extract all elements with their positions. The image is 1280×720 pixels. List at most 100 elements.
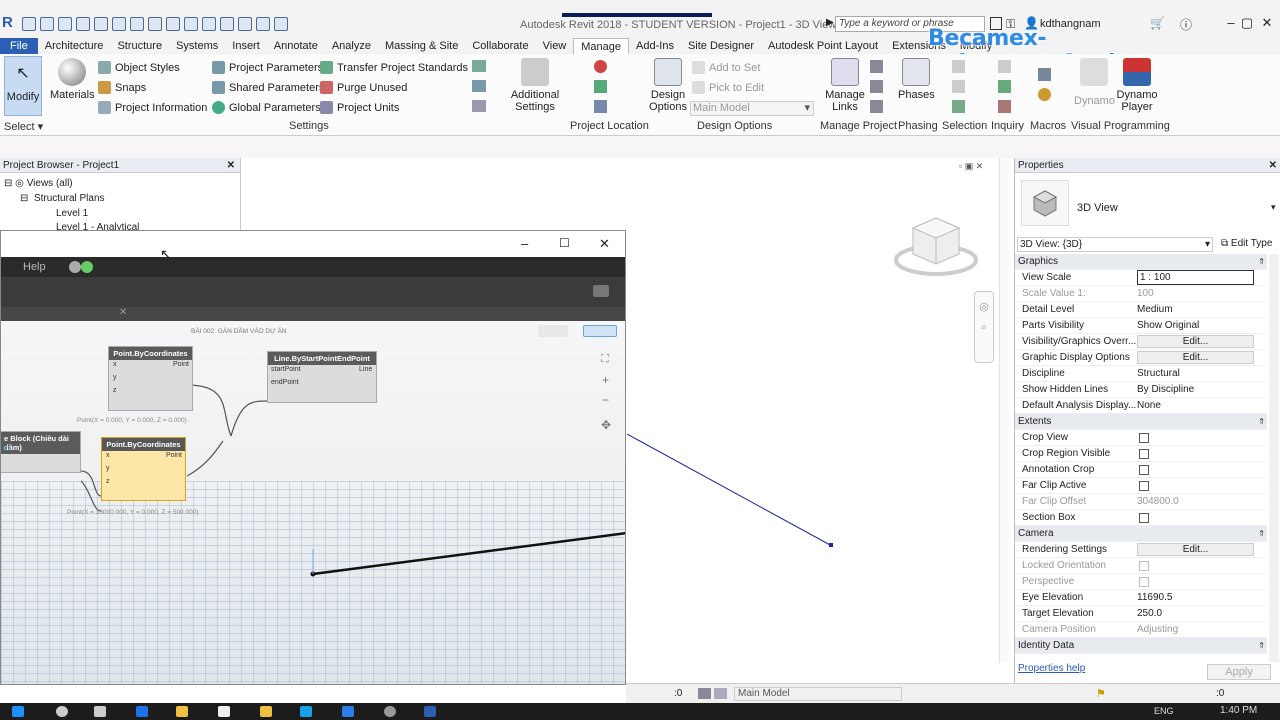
panel-select[interactable]: Select ▾ xyxy=(4,120,43,133)
3d-view-icon[interactable] xyxy=(202,17,216,31)
close-hidden-icon[interactable] xyxy=(256,17,270,31)
navigation-bar[interactable]: ◎ ⌕ xyxy=(974,291,994,363)
property-value[interactable]: 1 : 100 xyxy=(1137,270,1254,285)
group-title[interactable]: BÀI 002: GÁN DẦM VÀO DỰ ÁN xyxy=(191,328,287,335)
property-row[interactable]: Crop View xyxy=(1015,430,1267,446)
tree-item-level-1[interactable]: Level 1 xyxy=(56,208,88,219)
property-row[interactable]: Perspective xyxy=(1015,574,1267,590)
property-row[interactable]: Camera Position Adjusting xyxy=(1015,622,1267,638)
thin-lines-icon[interactable] xyxy=(238,17,252,31)
property-checkbox[interactable] xyxy=(1139,513,1149,523)
pick-to-edit-button[interactable]: Pick to Edit xyxy=(692,81,764,94)
property-row[interactable]: Crop Region Visible xyxy=(1015,446,1267,462)
tab-file[interactable]: File xyxy=(0,38,38,54)
tab-view[interactable]: View xyxy=(536,38,574,54)
design-option-select[interactable]: Main Model ▾ xyxy=(690,101,814,116)
tab-architecture[interactable]: Architecture xyxy=(38,38,111,54)
edit-type-button[interactable]: ⧉ Edit Type xyxy=(1221,238,1272,249)
edit-button[interactable]: Edit... xyxy=(1137,335,1254,348)
property-category[interactable]: Identity Data ⇑ xyxy=(1015,638,1267,654)
zoom-out-icon[interactable]: − xyxy=(602,393,609,407)
project-information-button[interactable]: Project Information xyxy=(98,101,207,114)
revit-taskbar-icon[interactable] xyxy=(424,706,436,717)
project-parameters-button[interactable]: Project Parameters xyxy=(212,61,323,74)
property-checkbox[interactable] xyxy=(1139,465,1149,475)
property-category[interactable]: Graphics ⇑ xyxy=(1015,254,1267,270)
manage-links-button[interactable]: Manage Links xyxy=(824,58,866,113)
property-row[interactable]: Discipline Structural xyxy=(1015,366,1267,382)
property-row[interactable]: Detail Level Medium xyxy=(1015,302,1267,318)
global-parameters-button[interactable]: Global Parameters xyxy=(212,101,321,114)
sync-icon[interactable] xyxy=(58,17,72,31)
tab-systems[interactable]: Systems xyxy=(169,38,225,54)
folder-icon[interactable] xyxy=(260,706,272,717)
pan-icon[interactable]: ✥ xyxy=(601,418,611,432)
property-row[interactable]: Show Hidden Lines By Discipline xyxy=(1015,382,1267,398)
beam-line-3d[interactable] xyxy=(627,434,837,550)
vertical-scrollbar[interactable] xyxy=(999,158,1009,663)
tab-add-ins[interactable]: Add-Ins xyxy=(629,38,681,54)
type-chevron-icon[interactable]: ▾ xyxy=(1271,202,1276,213)
tab-massing-site[interactable]: Massing & Site xyxy=(378,38,465,54)
editing-requests-icon[interactable] xyxy=(698,688,711,699)
instance-selector[interactable]: 3D View: {3D} ▾ xyxy=(1017,237,1213,252)
purge-unused-button[interactable]: Purge Unused xyxy=(320,81,407,94)
menu-help[interactable]: Help xyxy=(23,261,46,273)
location-icons[interactable] xyxy=(594,60,618,120)
node-point-by-coordinates-2[interactable]: Point.ByCoordinates x y z Point xyxy=(101,437,186,501)
close-icon[interactable]: ✕ xyxy=(1269,158,1277,173)
property-value[interactable]: None xyxy=(1137,398,1161,414)
modify-button[interactable]: ↖ Modify xyxy=(4,56,42,116)
graph-view-toggle-icon[interactable] xyxy=(583,325,617,337)
collapse-icon[interactable]: ⇑ xyxy=(1258,638,1265,654)
edit-button[interactable]: Edit... xyxy=(1137,543,1254,556)
dynamo-canvas[interactable]: BÀI 002: GÁN DẦM VÀO DỰ ÁN ⛶ + − ✥ Point… xyxy=(1,321,625,684)
design-options-button[interactable]: Design Options xyxy=(648,58,688,113)
node-line-by-start-end[interactable]: Line.ByStartPointEndPoint startPoint end… xyxy=(267,351,377,403)
view-window-controls[interactable]: ▫ ▣ ✕ xyxy=(959,161,983,172)
viewcube-icon[interactable] xyxy=(893,210,979,282)
camera-icon[interactable] xyxy=(593,285,609,297)
chrome-icon[interactable] xyxy=(384,706,396,717)
property-category[interactable]: Camera ⇑ xyxy=(1015,526,1267,542)
task-view-icon[interactable] xyxy=(94,706,106,717)
close-button[interactable]: ✕ xyxy=(599,236,610,252)
transfer-standards-button[interactable]: Transfer Project Standards xyxy=(320,61,468,74)
skype-icon[interactable] xyxy=(300,706,312,717)
property-row[interactable]: Section Box xyxy=(1015,510,1267,526)
section-icon[interactable] xyxy=(220,17,234,31)
undo-icon[interactable] xyxy=(76,17,90,31)
print-icon[interactable] xyxy=(112,17,126,31)
property-row[interactable]: Locked Orientation xyxy=(1015,558,1267,574)
design-options-status-icon[interactable] xyxy=(714,688,727,699)
property-row[interactable]: Default Analysis Display... None xyxy=(1015,398,1267,414)
dynamo-player-button[interactable]: Dynamo Player xyxy=(1116,58,1158,113)
property-row[interactable]: Eye Elevation 11690.5 xyxy=(1015,590,1267,606)
snaps-button[interactable]: Snaps xyxy=(98,81,146,94)
tab-collaborate[interactable]: Collaborate xyxy=(465,38,535,54)
phases-button[interactable]: Phases xyxy=(898,58,935,101)
property-category[interactable]: Extents ⇑ xyxy=(1015,414,1267,430)
tag-icon[interactable] xyxy=(166,17,180,31)
manage-project-icons[interactable] xyxy=(870,60,886,120)
collapse-icon[interactable]: ⇑ xyxy=(1258,254,1265,270)
close-tab-icon[interactable]: ✕ xyxy=(119,307,127,318)
close-icon[interactable]: ✕ xyxy=(227,158,235,173)
properties-help-link[interactable]: Properties help xyxy=(1018,663,1085,674)
structural-settings-icons[interactable] xyxy=(472,60,496,120)
dimension-icon[interactable] xyxy=(148,17,162,31)
tab-analyze[interactable]: Analyze xyxy=(325,38,378,54)
status-design-option-select[interactable]: Main Model xyxy=(734,687,902,701)
open-icon[interactable] xyxy=(22,17,36,31)
minimize-button[interactable]: – xyxy=(521,236,528,251)
property-row[interactable]: Far Clip Offset 304800.0 xyxy=(1015,494,1267,510)
windows-start-icon[interactable] xyxy=(12,706,24,717)
zoom-in-icon[interactable]: + xyxy=(602,373,609,387)
collapse-icon[interactable]: ⇑ xyxy=(1258,526,1265,542)
chevron-right-icon[interactable]: ▶ xyxy=(826,17,834,28)
filter-icon[interactable]: ⚑ xyxy=(1096,687,1106,700)
property-row[interactable]: Scale Value 1: 100 xyxy=(1015,286,1267,302)
node-code-block[interactable]: e Block (Chiều dài dầm) 00; xyxy=(1,431,81,473)
property-row[interactable]: Graphic Display Options Edit... xyxy=(1015,350,1267,366)
dynamo-button[interactable]: Dynamo xyxy=(1074,58,1115,107)
